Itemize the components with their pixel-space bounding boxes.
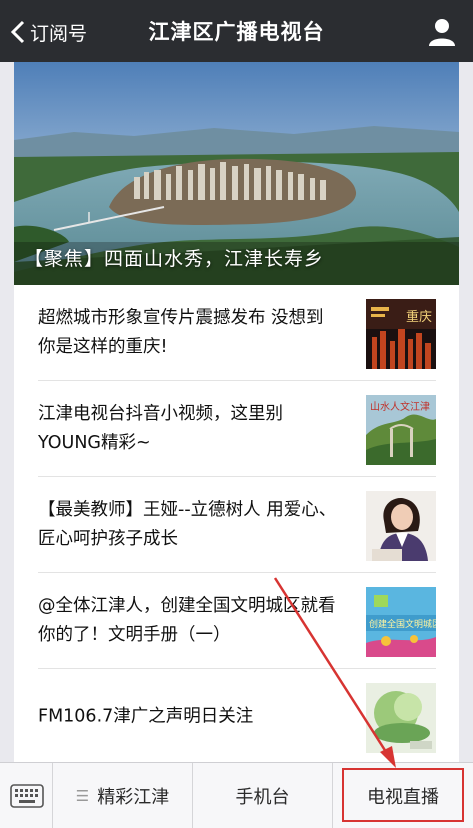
article-thumbnail: 山水人文江津 bbox=[366, 395, 436, 465]
highlight-box bbox=[342, 768, 464, 822]
article-title: 江津电视台抖音小视频，这里别YOUNG精彩~ bbox=[38, 403, 283, 453]
page-title: 江津区广播电视台 bbox=[148, 20, 325, 44]
article-thumbnail: 创建全国文明城区 bbox=[366, 587, 436, 657]
thumb-text: 重庆 bbox=[406, 309, 432, 325]
hero-caption: 【聚焦】四面山水秀，江津长寿乡 bbox=[24, 248, 325, 270]
thumb-text: 创建全国文明城区 bbox=[369, 618, 436, 630]
thumb-text: 山水人文江津 bbox=[370, 400, 430, 413]
keyboard-icon bbox=[10, 784, 44, 808]
profile-icon[interactable] bbox=[427, 17, 457, 47]
menu-list-icon: ☰ bbox=[75, 787, 90, 805]
keyboard-toggle[interactable] bbox=[0, 763, 53, 828]
menu-tab-jingcai-jiangjin[interactable]: ☰ 精彩江津 bbox=[53, 763, 193, 828]
hero-article[interactable]: 【聚焦】四面山水秀，江津长寿乡 bbox=[14, 62, 459, 285]
article-thumbnail bbox=[366, 491, 436, 561]
article-thumbnail: 重庆 bbox=[366, 299, 436, 369]
list-item[interactable]: 江津电视台抖音小视频，这里别YOUNG精彩~ 山水人文江津 bbox=[38, 381, 436, 477]
list-item[interactable]: FM106.7津广之声明日关注 bbox=[38, 669, 436, 762]
menu-tab-shoujitai[interactable]: 手机台 bbox=[193, 763, 333, 828]
menu-tab-label: 手机台 bbox=[235, 787, 290, 808]
article-card: 【聚焦】四面山水秀，江津长寿乡 超燃城市形象宣传片震撼发布 没想到你是这样的重庆… bbox=[14, 62, 459, 762]
top-nav-bar: 订阅号 江津区广播电视台 bbox=[0, 0, 473, 62]
list-item[interactable]: 【最美教师】王娅--立德树人 用爱心、匠心呵护孩子成长 bbox=[38, 477, 436, 573]
list-item[interactable]: @全体江津人，创建全国文明城区就看你的了！文明手册（一） 创建全国文明城区 bbox=[38, 573, 436, 669]
article-thumbnail bbox=[366, 683, 436, 753]
menu-tab-label: 精彩江津 bbox=[97, 787, 170, 808]
article-title: FM106.7津广之声明日关注 bbox=[38, 706, 254, 727]
list-item[interactable]: 超燃城市形象宣传片震撼发布 没想到你是这样的重庆! 重庆 bbox=[38, 285, 436, 381]
article-title: 超燃城市形象宣传片震撼发布 没想到你是这样的重庆! bbox=[38, 307, 324, 357]
article-title: @全体江津人，创建全国文明城区就看你的了！文明手册（一） bbox=[38, 595, 336, 645]
article-title: 【最美教师】王娅--立德树人 用爱心、匠心呵护孩子成长 bbox=[38, 499, 337, 549]
